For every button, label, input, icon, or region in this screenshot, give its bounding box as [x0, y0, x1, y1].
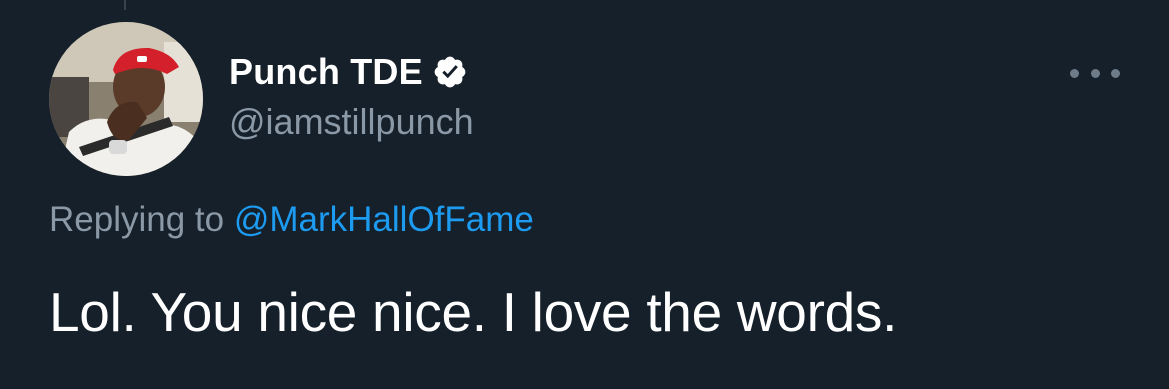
thread-connector-line [124, 0, 126, 10]
more-horizontal-icon [1070, 68, 1079, 78]
more-horizontal-icon-dot [1090, 68, 1100, 78]
more-horizontal-icon-dot [1111, 68, 1120, 78]
tweet-text: Lol. You nice nice. I love the words. [49, 281, 898, 343]
tweet-author: Punch TDE @iamstillpunch [229, 51, 474, 143]
verified-badge-icon [432, 54, 468, 90]
reply-context: Replying to @MarkHallOfFame [49, 200, 534, 240]
author-name-row: Punch TDE [229, 51, 474, 93]
reply-mention-link[interactable]: @MarkHallOfFame [234, 200, 534, 239]
avatar[interactable] [49, 22, 203, 176]
avatar-image [49, 22, 203, 176]
author-handle[interactable]: @iamstillpunch [229, 101, 474, 143]
more-options-button[interactable] [1070, 58, 1120, 88]
author-display-name[interactable]: Punch TDE [229, 51, 423, 93]
reply-prefix: Replying to [49, 200, 225, 239]
